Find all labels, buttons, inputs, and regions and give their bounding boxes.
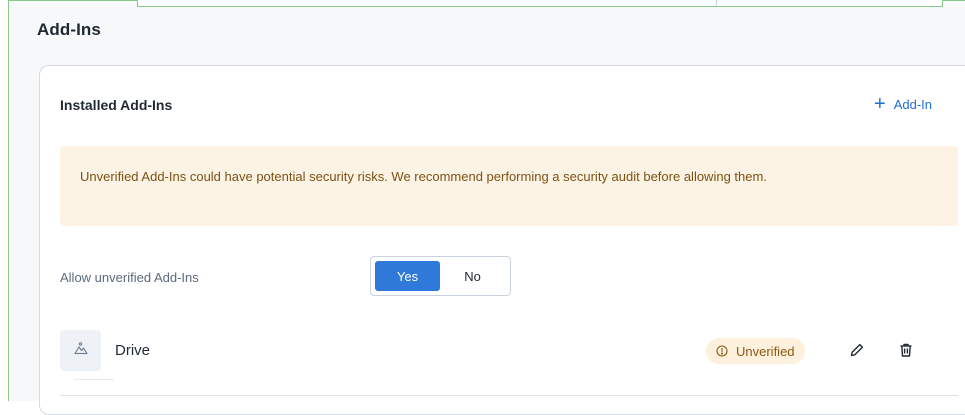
edit-icon: [849, 342, 865, 361]
top-input-strip: [137, 0, 943, 7]
plus-icon: +: [874, 93, 886, 115]
security-warning: Unverified Add-Ins could have potential …: [60, 146, 958, 226]
thumbnail-shadow: [74, 379, 114, 380]
allow-unverified-label: Allow unverified Add-Ins: [60, 270, 199, 285]
installed-add-ins-card: Installed Add-Ins + Add-In Unverified Ad…: [39, 65, 965, 415]
delete-add-in-button[interactable]: [892, 337, 920, 365]
add-in-thumbnail: [60, 330, 101, 371]
top-input-divider: [716, 0, 717, 6]
add-in-row[interactable]: Drive Unverified: [60, 330, 958, 396]
add-add-in-label: Add-In: [893, 96, 932, 112]
section-title: Add-Ins: [37, 20, 101, 39]
add-in-name: Drive: [115, 342, 151, 359]
allow-unverified-toggle: Yes No: [370, 256, 511, 296]
delete-icon: [898, 342, 914, 361]
info-circle-icon: [716, 345, 728, 357]
edit-add-in-button[interactable]: [843, 337, 871, 365]
add-add-in-button[interactable]: + Add-In: [870, 92, 936, 116]
status-badge-label: Unverified: [736, 343, 795, 359]
card-title: Installed Add-Ins: [60, 97, 173, 113]
add-ins-panel: Add-Ins Installed Add-Ins + Add-In Unver…: [8, 0, 965, 415]
allow-unverified-no[interactable]: No: [440, 261, 505, 291]
image-placeholder-icon: [73, 341, 88, 360]
status-badge: Unverified: [706, 338, 805, 364]
security-warning-text: Unverified Add-Ins could have potential …: [80, 169, 767, 184]
allow-unverified-yes[interactable]: Yes: [375, 261, 440, 291]
